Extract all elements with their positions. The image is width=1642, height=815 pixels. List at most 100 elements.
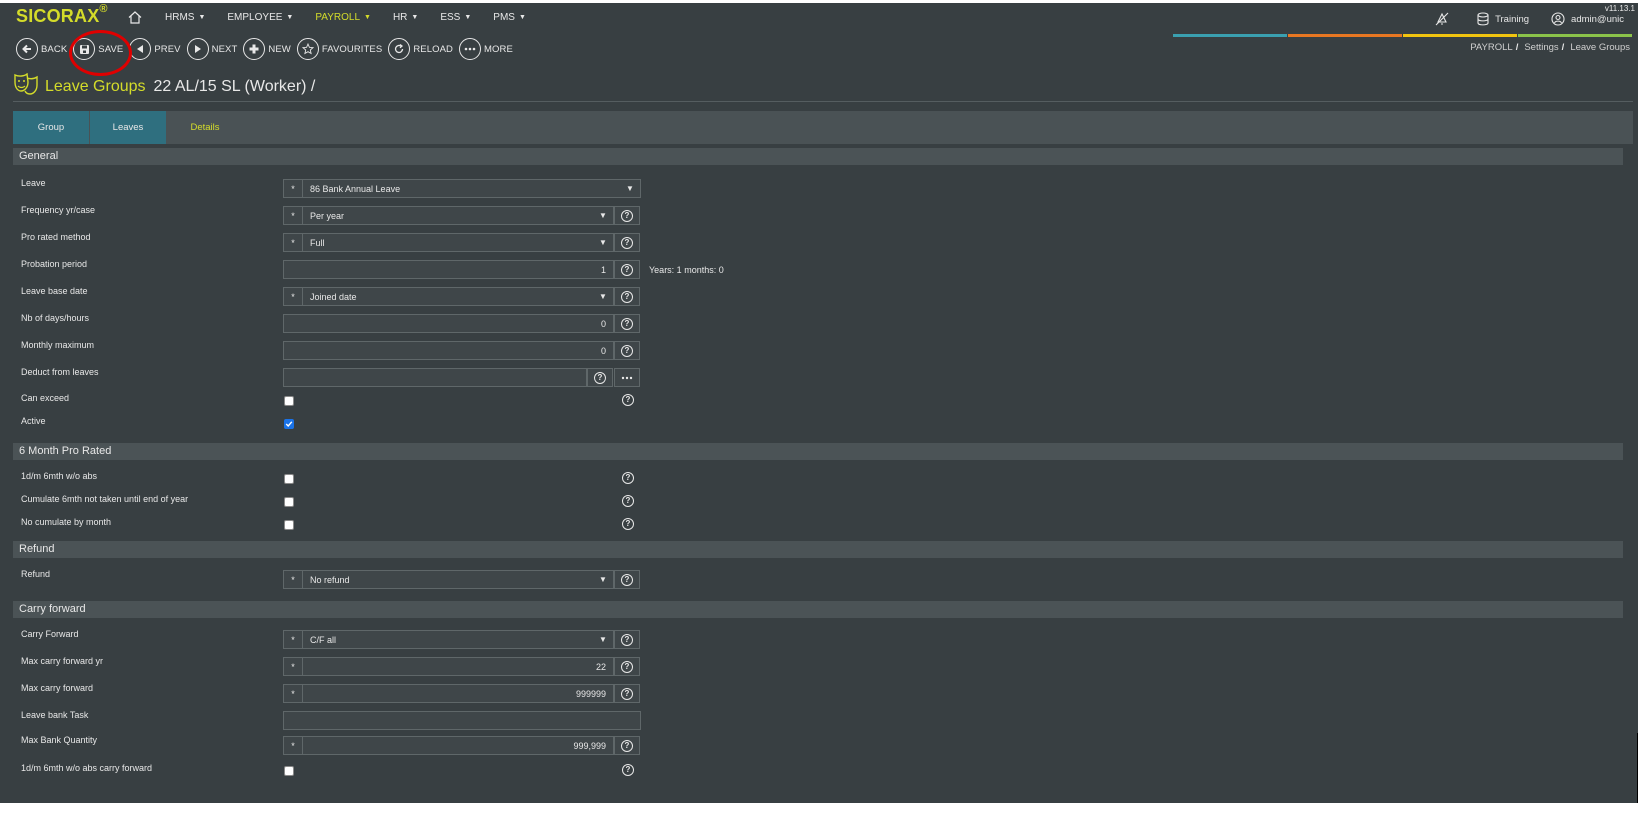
max-cf-yr-input[interactable]: * 22 bbox=[283, 657, 614, 676]
question-icon: ? bbox=[621, 344, 633, 357]
breadcrumb-leave-groups: Leave Groups bbox=[1570, 42, 1630, 53]
max-bank-qty-help-button[interactable]: ? bbox=[614, 736, 640, 755]
leave-base-date-select[interactable]: * Joined date ▼ bbox=[283, 287, 614, 306]
carry-forward-select[interactable]: * C/F all ▼ bbox=[283, 630, 614, 649]
abs-6mth-checkbox[interactable] bbox=[284, 474, 294, 484]
section-carry-forward: Carry forward bbox=[13, 601, 1623, 618]
pro-rated-method-select[interactable]: * Full ▼ bbox=[283, 233, 614, 252]
leave-base-date-help-button[interactable]: ? bbox=[614, 287, 640, 306]
required-marker: * bbox=[284, 631, 303, 648]
logo-text: SICORAX bbox=[16, 6, 100, 26]
nb-days-hours-input[interactable]: 0 bbox=[283, 314, 614, 333]
cumulate-6mth-help-icon[interactable]: ? bbox=[622, 495, 634, 507]
required-marker: * bbox=[284, 685, 303, 702]
tab-group[interactable]: Group bbox=[13, 111, 89, 144]
more-label: MORE bbox=[483, 43, 513, 55]
monthly-maximum-value: 0 bbox=[600, 345, 606, 356]
chevron-down-icon: ▼ bbox=[599, 575, 607, 584]
triangle-left-icon bbox=[129, 38, 152, 60]
active-checkbox[interactable] bbox=[284, 419, 294, 429]
menu-ess[interactable]: ESS ▼ bbox=[440, 12, 471, 23]
deduct-from-leaves-input[interactable] bbox=[283, 368, 587, 387]
menu-pms[interactable]: PMS ▼ bbox=[493, 12, 526, 23]
more-button[interactable]: MORE bbox=[458, 38, 513, 60]
pro-rated-method-help-button[interactable]: ? bbox=[614, 233, 640, 252]
save-label: SAVE bbox=[98, 43, 124, 55]
reload-icon bbox=[388, 38, 411, 60]
leave-select[interactable]: * 86 Bank Annual Leave ▼ bbox=[283, 179, 641, 198]
chevron-down-icon: ▼ bbox=[599, 635, 607, 644]
question-icon: ? bbox=[621, 317, 633, 330]
frequency-label: Frequency yr/case bbox=[21, 205, 96, 215]
logo-mark: ® bbox=[99, 3, 108, 15]
question-icon: ? bbox=[621, 660, 633, 673]
max-cf-help-button[interactable]: ? bbox=[614, 684, 640, 703]
monthly-maximum-input[interactable]: 0 bbox=[283, 341, 614, 360]
monthly-maximum-help-button[interactable]: ? bbox=[614, 341, 640, 360]
abs-6mth-help-icon[interactable]: ? bbox=[622, 472, 634, 484]
top-right: Training admin@unic bbox=[1413, 12, 1624, 26]
question-icon: ? bbox=[621, 687, 633, 700]
leave-bank-task-input[interactable] bbox=[283, 711, 641, 730]
color-strip bbox=[1173, 34, 1633, 37]
menu-employee[interactable]: EMPLOYEE ▼ bbox=[227, 12, 293, 23]
max-bank-qty-input[interactable]: * 999,999 bbox=[283, 736, 614, 755]
user-label: admin@unic bbox=[1571, 13, 1624, 25]
carry-forward-value: C/F all bbox=[310, 634, 337, 645]
no-cumulate-help-icon[interactable]: ? bbox=[622, 518, 634, 530]
frequency-help-button[interactable]: ? bbox=[614, 206, 640, 225]
frequency-select[interactable]: * Per year ▼ bbox=[283, 206, 614, 225]
frequency-value: Per year bbox=[310, 210, 345, 221]
refund-select[interactable]: * No refund ▼ bbox=[283, 570, 614, 589]
breadcrumb-settings[interactable]: Settings bbox=[1524, 42, 1558, 53]
probation-period-help-button[interactable]: ? bbox=[614, 260, 640, 279]
monthly-maximum-label: Monthly maximum bbox=[21, 340, 95, 350]
home-icon[interactable] bbox=[128, 11, 142, 29]
prev-button[interactable]: PREV bbox=[129, 38, 181, 60]
no-cumulate-label: No cumulate by month bbox=[21, 517, 112, 527]
max-cf-input[interactable]: * 999999 bbox=[283, 684, 614, 703]
menu-hr[interactable]: HR ▼ bbox=[393, 12, 418, 23]
deduct-from-leaves-lookup-button[interactable] bbox=[614, 368, 640, 387]
breadcrumb-payroll[interactable]: PAYROLL bbox=[1470, 42, 1512, 53]
can-exceed-checkbox[interactable] bbox=[284, 396, 294, 406]
user-menu[interactable]: admin@unic bbox=[1551, 12, 1624, 26]
favourites-label: FAVOURITES bbox=[321, 43, 383, 55]
back-button[interactable]: BACK bbox=[16, 38, 67, 60]
training-label: Training bbox=[1495, 13, 1530, 25]
carry-forward-label: Carry Forward bbox=[21, 629, 79, 639]
database-icon bbox=[1477, 12, 1489, 26]
question-icon: ? bbox=[622, 394, 634, 406]
cumulate-6mth-checkbox[interactable] bbox=[284, 497, 294, 507]
no-cumulate-checkbox[interactable] bbox=[284, 520, 294, 530]
refund-help-button[interactable]: ? bbox=[614, 570, 640, 589]
nb-days-hours-help-button[interactable]: ? bbox=[614, 314, 640, 333]
probation-period-input[interactable]: 1 bbox=[283, 260, 614, 279]
training-database[interactable]: Training bbox=[1477, 12, 1529, 26]
can-exceed-help-icon[interactable]: ? bbox=[622, 394, 634, 406]
max-cf-yr-help-button[interactable]: ? bbox=[614, 657, 640, 676]
reload-button[interactable]: RELOAD bbox=[388, 38, 453, 60]
save-button[interactable]: SAVE bbox=[73, 38, 123, 60]
logo[interactable]: SICORAX® bbox=[16, 3, 108, 27]
question-icon: ? bbox=[622, 495, 634, 507]
active-label: Active bbox=[21, 416, 46, 426]
required-marker: * bbox=[284, 207, 303, 224]
carry-forward-help-button[interactable]: ? bbox=[614, 630, 640, 649]
abs-6mth-cf-help-icon[interactable]: ? bbox=[622, 764, 634, 776]
abs-6mth-cf-checkbox[interactable] bbox=[284, 766, 294, 776]
notifications-off-icon[interactable] bbox=[1435, 12, 1455, 26]
page-title: Leave Groups 22 AL/15 SL (Worker) / bbox=[13, 72, 315, 100]
section-general: General bbox=[13, 148, 1623, 165]
tab-details[interactable]: Details bbox=[167, 111, 243, 144]
menu-hrms[interactable]: HRMS ▼ bbox=[165, 12, 205, 23]
question-icon: ? bbox=[622, 472, 634, 484]
menu-payroll[interactable]: PAYROLL ▼ bbox=[315, 12, 371, 23]
favourites-button[interactable]: FAVOURITES bbox=[296, 38, 383, 60]
new-button[interactable]: NEW bbox=[243, 38, 291, 60]
deduct-from-leaves-help-button[interactable]: ? bbox=[587, 368, 613, 387]
nb-days-hours-label: Nb of days/hours bbox=[21, 313, 90, 323]
tab-leaves[interactable]: Leaves bbox=[90, 111, 166, 144]
next-button[interactable]: NEXT bbox=[186, 38, 238, 60]
pro-rated-method-label: Pro rated method bbox=[21, 232, 91, 242]
